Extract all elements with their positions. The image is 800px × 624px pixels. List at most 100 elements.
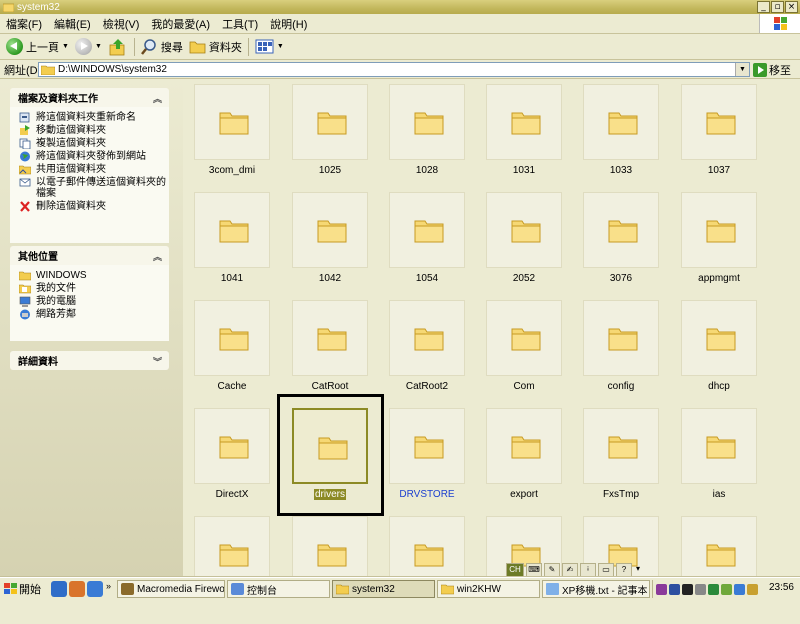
taskbar-item-win2khw[interactable]: win2KHW [437,580,540,598]
folder-item[interactable]: 3com_dmi [194,84,270,192]
folder-item[interactable]: 1025 [292,84,368,192]
folder-item[interactable]: 1042 [292,192,368,300]
keyboard-icon[interactable]: ⌨ [526,562,542,577]
brush-icon[interactable]: ꜟ [580,562,596,577]
task-delete-folder[interactable]: 刪除這個資料夾 [19,201,169,212]
restore-button[interactable]: ▫ [771,1,784,13]
chevron-down-icon[interactable]: ︾ [153,355,162,368]
tray-power-icon[interactable] [747,583,758,595]
folder-item[interactable]: dhcp [681,300,757,408]
folder-item[interactable]: 1028 [389,84,465,192]
taskbar-item-fireworks[interactable]: Macromedia Firewo... [117,580,225,598]
task-email-folder[interactable]: 以電子郵件傳送這個資料夾的檔案 [19,177,169,199]
tray-messenger-icon[interactable] [734,583,745,595]
tray-update-icon[interactable] [721,583,732,595]
folder-item[interactable]: 1054 [389,192,465,300]
folder-icon [706,220,736,243]
chevron-up-icon[interactable]: ︽ [153,92,162,105]
menu-favorites[interactable]: 我的最愛(A) [145,16,216,32]
folder-item[interactable]: DirectX [194,408,270,516]
chevron-down-icon[interactable]: ▼ [62,43,69,50]
pen-icon[interactable]: ✎ [544,562,560,577]
task-share-folder[interactable]: 共用這個資料夾 [19,164,169,175]
chevron-down-icon[interactable]: ▾ [634,563,642,577]
taskbar-item-notepad[interactable]: XP移機.txt - 記事本 [542,580,650,598]
folder-item[interactable]: ias [681,408,757,516]
folder-item[interactable]: FxsTmp [583,408,659,516]
folder-item[interactable]: 3076 [583,192,659,300]
search-button[interactable]: 搜尋 [138,36,186,58]
chevron-down-icon[interactable]: ▼ [735,63,749,76]
up-folder-button[interactable] [105,36,131,58]
help-icon[interactable]: ? [616,562,632,577]
menu-edit[interactable]: 編輯(E) [48,16,97,32]
other-places-panel: 其他位置 ︽ WINDOWS 我的文件 我的電腦 網路芳鄰 [10,246,169,341]
folder-item[interactable]: Com [486,300,562,408]
folder-item[interactable] [389,516,465,624]
tray-security-icon[interactable] [708,583,719,595]
internet-explorer-icon[interactable] [51,581,67,597]
tray-network-icon[interactable] [669,583,680,595]
views-button[interactable]: ▼ [252,36,287,58]
task-publish-folder[interactable]: 將這個資料夾發佈到網站 [19,151,169,162]
place-my-computer[interactable]: 我的電腦 [19,296,169,307]
task-rename-folder[interactable]: 將這個資料夾重新命名 [19,112,169,123]
place-my-documents[interactable]: 我的文件 [19,283,169,294]
email-icon [19,178,31,187]
folder-item[interactable]: CatRoot2 [389,300,465,408]
windows-logo-icon [759,14,800,33]
place-windows[interactable]: WINDOWS [19,270,169,281]
folder-item[interactable]: 1037 [681,84,757,192]
place-network[interactable]: 網路芳鄰 [19,309,169,320]
task-copy-folder[interactable]: 複製這個資料夾 [19,138,169,149]
tray-speaker-icon[interactable] [695,583,706,595]
folder-item[interactable]: 1031 [486,84,562,192]
chevron-right-icon[interactable]: » [106,581,116,597]
folder-item[interactable] [681,516,757,624]
folder-item[interactable]: 1033 [583,84,659,192]
media-player-icon[interactable] [69,581,85,597]
folder-item[interactable] [292,516,368,624]
folder-label: 3076 [609,273,633,284]
outlook-icon[interactable] [87,581,103,597]
menu-view[interactable]: 檢視(V) [97,16,146,32]
handwriting-icon[interactable]: ✍ [562,562,578,577]
scrollbar[interactable] [790,79,800,576]
go-button[interactable]: 移至 [753,62,791,78]
folder-item[interactable]: export [486,408,562,516]
folder-item[interactable]: config [583,300,659,408]
folder-item[interactable]: Cache [194,300,270,408]
folder-item[interactable]: DRVSTORE [389,408,465,516]
folder-item[interactable]: 2052 [486,192,562,300]
tray-app-icon[interactable] [656,583,667,595]
minimize-button[interactable]: _ [757,1,770,13]
panel-header[interactable]: 檔案及資料夾工作 ︽ [10,88,169,107]
tools-icon[interactable]: ▭ [598,562,614,577]
ime-indicator[interactable]: CH [506,562,524,577]
folder-item[interactable]: 1041 [194,192,270,300]
folders-button[interactable]: 資料夾 [186,36,245,58]
folder-item[interactable] [194,516,270,624]
task-move-folder[interactable]: 移動這個資料夾 [19,125,169,136]
folder-thumbnail [681,300,757,376]
folder-icon [189,41,206,54]
forward-button[interactable]: ▼ [72,36,105,58]
fireworks-icon [121,583,134,595]
tray-monitor-icon[interactable] [682,583,693,595]
panel-header[interactable]: 其他位置 ︽ [10,246,169,265]
menu-help[interactable]: 說明(H) [264,16,313,32]
back-button[interactable]: 上一頁 ▼ [3,36,72,58]
taskbar-item-system32[interactable]: system32 [332,580,435,598]
menu-tools[interactable]: 工具(T) [216,16,264,32]
folder-item[interactable]: appmgmt [681,192,757,300]
panel-header[interactable]: 詳細資料 ︾ [10,351,169,370]
menu-file[interactable]: 檔案(F) [0,16,48,32]
chevron-down-icon[interactable]: ▼ [95,43,102,50]
taskbar-item-control-panel[interactable]: 控制台 [227,580,330,598]
folder-item[interactable]: CatRoot [292,300,368,408]
close-button[interactable]: × [785,1,798,13]
address-input[interactable]: D:\WINDOWS\system32 ▼ [38,62,750,77]
chevron-down-icon[interactable]: ▼ [277,43,284,50]
start-button[interactable]: 開始 [1,580,44,598]
chevron-up-icon[interactable]: ︽ [153,250,162,263]
